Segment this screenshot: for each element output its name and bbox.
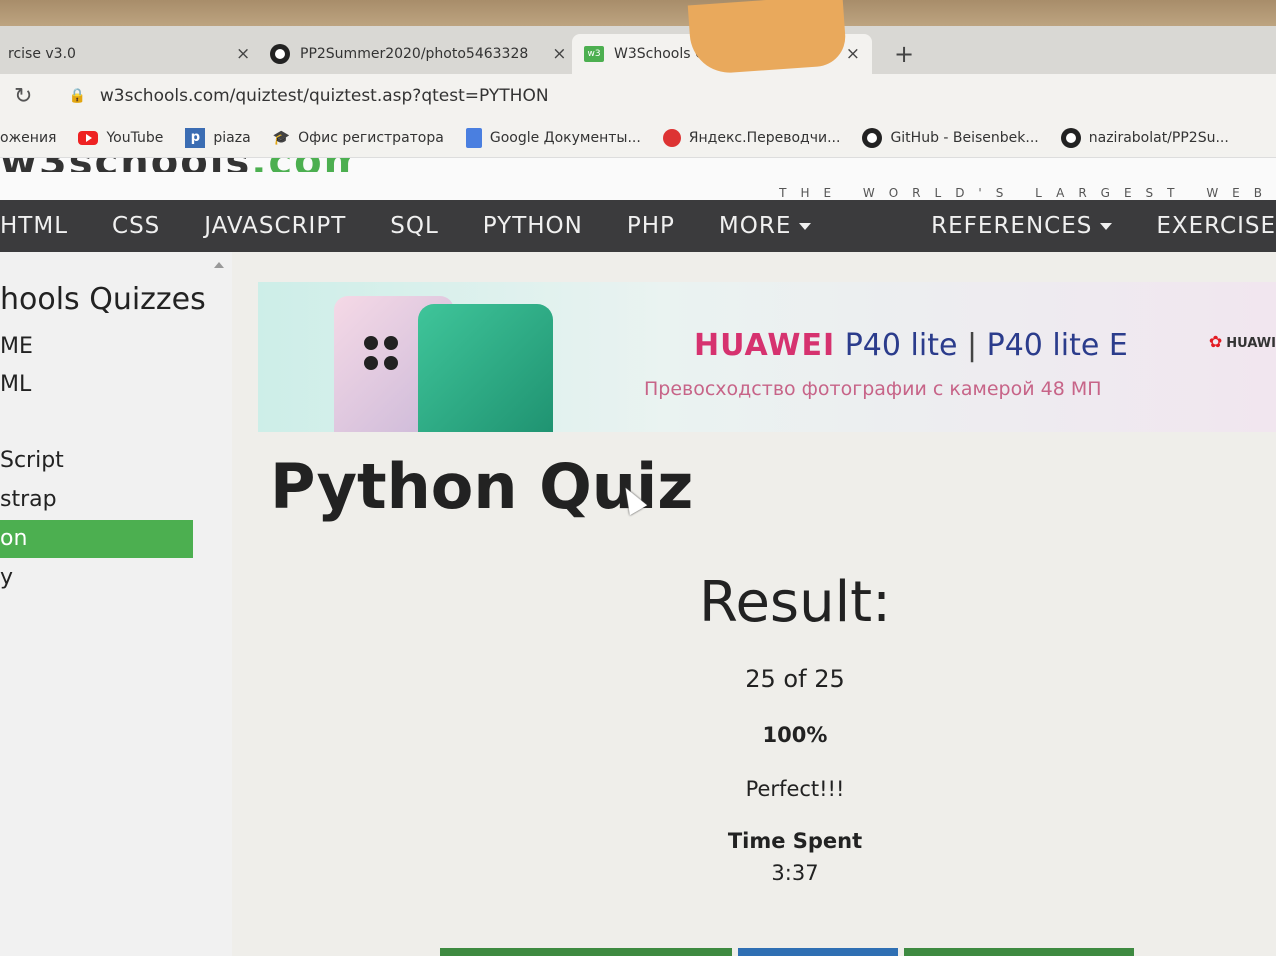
tab-github-photo[interactable]: PP2Summer2020/photo5463328 × bbox=[258, 34, 579, 74]
percent-text: 100% bbox=[762, 723, 828, 747]
sidebar-item-javascript[interactable]: Script bbox=[0, 442, 64, 480]
bookmark-label: Google Документы... bbox=[489, 129, 641, 146]
top-navigation: HTML CSS JAVASCRIPT SQL PYTHON PHP MORE … bbox=[0, 200, 1276, 252]
sidebar-item-bootstrap[interactable]: strap bbox=[0, 481, 57, 519]
graduation-cap-icon: 🎓 bbox=[272, 129, 291, 146]
blue-button-partial[interactable] bbox=[738, 948, 898, 956]
url-field[interactable]: w3schools.com/quiztest/quiztest.asp?qtes… bbox=[100, 86, 549, 106]
ad-model-2: P40 lite E bbox=[986, 328, 1128, 363]
site-header: w3schools.com THE WORLD'S LARGEST WEB bbox=[0, 158, 1276, 200]
green-button-partial-2[interactable] bbox=[904, 948, 1134, 956]
w3schools-icon: w3 bbox=[584, 46, 604, 62]
nav-css[interactable]: CSS bbox=[90, 213, 182, 239]
nav-exercises[interactable]: EXERCISE bbox=[1134, 213, 1276, 239]
score-text: 25 of 25 bbox=[745, 665, 845, 693]
ad-model: P40 lite bbox=[844, 328, 958, 363]
bookmark-label: YouTube bbox=[106, 129, 164, 146]
ad-separator: | bbox=[966, 328, 978, 363]
time-spent-label: Time Spent bbox=[727, 829, 863, 853]
nav-more-label: MORE bbox=[718, 213, 792, 239]
tab-bar: rcise v3.0 × PP2Summer2020/photo5463328 … bbox=[0, 26, 1276, 74]
bookmark-github-beisenbek[interactable]: GitHub - Beisenbek... bbox=[862, 127, 1039, 148]
bookmark-youtube[interactable]: YouTube bbox=[78, 130, 163, 146]
address-bar: ↻ 🔒 w3schools.com/quiztest/quiztest.asp?… bbox=[0, 74, 1276, 118]
tab-title: rcise v3.0 bbox=[8, 46, 76, 62]
bookmark-registrar[interactable]: 🎓 Офис регистратора bbox=[273, 130, 444, 146]
huawei-petal-icon: ✿ bbox=[1208, 332, 1223, 351]
nav-php[interactable]: PHP bbox=[605, 213, 697, 239]
nav-javascript[interactable]: JAVASCRIPT bbox=[182, 213, 368, 239]
bookmark-label: piaza bbox=[213, 129, 251, 146]
sticky-note bbox=[687, 0, 848, 76]
site-tagline: THE WORLD'S LARGEST WEB bbox=[779, 186, 1276, 200]
sidebar-title: hools Quizzes bbox=[0, 282, 206, 317]
bookmark-label: GitHub - Beisenbek... bbox=[890, 129, 1039, 146]
github-icon bbox=[1060, 127, 1081, 148]
ad-subtitle: Превосходство фотографии с камерой 48 МП bbox=[644, 378, 1102, 400]
time-spent-value: 3:37 bbox=[771, 861, 819, 885]
bookmark-piazza[interactable]: p piaza bbox=[185, 127, 251, 148]
ad-logo-text: HUAWI bbox=[1226, 336, 1276, 351]
google-docs-icon bbox=[465, 127, 482, 148]
verdict-text: Perfect!!! bbox=[745, 777, 845, 801]
piazza-icon: p bbox=[185, 127, 206, 148]
nav-python[interactable]: PYTHON bbox=[461, 213, 605, 239]
w3schools-logo[interactable]: w3schools.com bbox=[0, 158, 350, 172]
tab-title: PP2Summer2020/photo5463328 bbox=[300, 46, 529, 62]
green-button-partial[interactable] bbox=[440, 948, 732, 956]
close-icon[interactable]: × bbox=[846, 44, 860, 64]
close-icon[interactable]: × bbox=[552, 44, 566, 64]
nav-references-label: REFERENCES bbox=[931, 213, 1093, 239]
nav-references[interactable]: REFERENCES bbox=[909, 213, 1134, 239]
bookmark-yandex-translate[interactable]: Яндекс.Переводчи... bbox=[662, 128, 841, 147]
sidebar-item-python[interactable]: on bbox=[0, 520, 193, 558]
nav-sql[interactable]: SQL bbox=[368, 213, 461, 239]
bookmark-google-docs[interactable]: Google Документы... bbox=[465, 127, 641, 148]
bookmarks-bar: ожения YouTube p piaza 🎓 Офис регистрато… bbox=[0, 118, 1276, 158]
bookmark-apps[interactable]: ожения bbox=[0, 130, 56, 146]
ad-brand: HUAWEI bbox=[694, 328, 836, 363]
github-icon bbox=[862, 127, 883, 148]
nav-html[interactable]: HTML bbox=[0, 213, 90, 239]
github-icon bbox=[270, 44, 290, 64]
chevron-down-icon bbox=[799, 223, 812, 230]
yandex-translate-icon bbox=[662, 128, 681, 147]
sidebar-item-html[interactable]: ML bbox=[0, 366, 31, 404]
scroll-up-icon[interactable] bbox=[214, 262, 224, 268]
phone-green-image bbox=[418, 304, 553, 432]
close-icon[interactable]: × bbox=[236, 44, 250, 64]
chevron-down-icon bbox=[1100, 223, 1113, 230]
result-heading: Result: bbox=[699, 570, 891, 635]
nav-more[interactable]: MORE bbox=[697, 213, 833, 239]
youtube-icon bbox=[78, 130, 99, 145]
huawei-logo: ✿ HUAWI bbox=[1209, 332, 1276, 351]
lock-icon: 🔒 bbox=[68, 88, 86, 104]
sidebar-item-jquery[interactable]: y bbox=[0, 559, 13, 597]
bookmark-label: Офис регистратора bbox=[298, 129, 444, 146]
bookmark-label: ожения bbox=[0, 129, 57, 146]
bookmark-label: nazirabolat/PP2Su... bbox=[1088, 129, 1229, 146]
reload-icon[interactable]: ↻ bbox=[14, 84, 32, 109]
bookmark-label: Яндекс.Переводчи... bbox=[688, 129, 841, 146]
bookmark-github-nazirabolat[interactable]: nazirabolat/PP2Su... bbox=[1060, 127, 1229, 148]
sidebar: hools Quizzes ME ML Script strap on y bbox=[0, 252, 232, 956]
sidebar-item-home[interactable]: ME bbox=[0, 328, 33, 366]
ad-banner[interactable]: HUAWEI P40 lite | P40 lite E Превосходст… bbox=[258, 282, 1276, 432]
new-tab-button[interactable]: + bbox=[894, 40, 914, 68]
tab-exercise[interactable]: rcise v3.0 × bbox=[0, 34, 262, 74]
result-panel: Result: 25 of 25 100% Perfect!!! Time Sp… bbox=[640, 570, 950, 885]
ad-headline: HUAWEI P40 lite | P40 lite E bbox=[694, 328, 1128, 363]
